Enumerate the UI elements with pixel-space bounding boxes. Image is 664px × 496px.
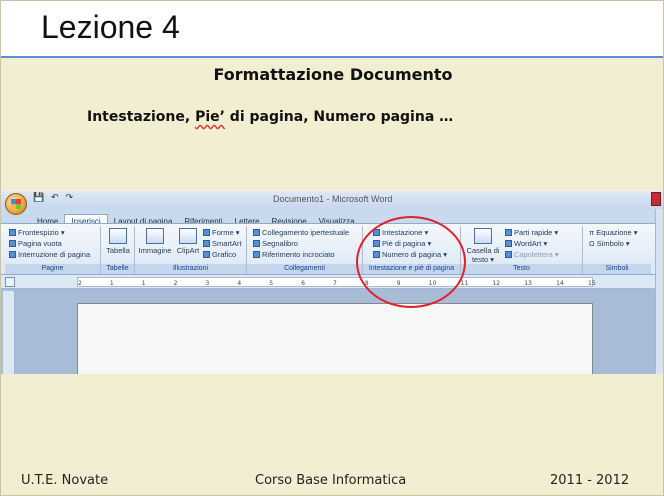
pagina-vuota-button[interactable]: Pagina vuota: [9, 239, 62, 248]
slide-subtitle: Formattazione Documento: [213, 65, 453, 84]
ruler-number: 2: [173, 280, 178, 287]
ruler-bar[interactable]: 2 1 1 2 3 4 5 6 7 8 9 10 11 12 13 14 15: [77, 277, 596, 287]
group-label-tabelle: Tabelle: [101, 264, 134, 274]
bookmark-icon: [253, 240, 260, 247]
group-label-pagine: Pagine: [5, 264, 100, 274]
slide: Lezione 4 Formattazione Documento Intest…: [0, 0, 664, 496]
parti-rapide-button[interactable]: Parti rapide ▾: [505, 228, 558, 237]
close-icon[interactable]: [651, 192, 661, 206]
smartart-button[interactable]: SmartArt: [203, 239, 242, 248]
grafico-button[interactable]: Grafico: [203, 250, 236, 259]
office-logo-icon: [11, 199, 21, 209]
undo-icon[interactable]: ↶: [51, 193, 59, 203]
clipart-icon: [179, 228, 197, 244]
group-illustrazioni: Immagine ClipArt Forme ▾ SmartArt Grafic…: [135, 226, 247, 274]
ruler-number: 1: [109, 280, 114, 287]
save-icon[interactable]: 💾: [33, 193, 44, 203]
table-icon: [109, 228, 127, 244]
forme-button[interactable]: Forme ▾: [203, 228, 240, 237]
shapes-icon: [203, 229, 210, 236]
group-label-simboli: Simboli: [583, 264, 651, 274]
group-pagine: Frontespizio ▾ Pagina vuota Interruzione…: [5, 226, 101, 274]
redo-icon[interactable]: ↷: [66, 193, 74, 203]
quick-parts-icon: [505, 229, 512, 236]
vertical-ruler: [3, 291, 15, 374]
group-label-illustrazioni: Illustrazioni: [135, 264, 246, 274]
word-screenshot: 💾 ↶ ↷ Documento1 - Microsoft Word Home In…: [1, 191, 663, 374]
tabella-button[interactable]: Tabella: [103, 228, 133, 255]
topic-line: Intestazione, Pie’ di pagina, Numero pag…: [87, 109, 453, 125]
title-band: Lezione 4: [1, 1, 663, 58]
group-simboli: π Equazione ▾ Ω Simbolo ▾ Simboli: [583, 226, 651, 274]
horizontal-ruler[interactable]: 2 1 1 2 3 4 5 6 7 8 9 10 11 12 13 14 15: [1, 275, 663, 289]
wordart-button[interactable]: WordArt ▾: [505, 239, 547, 248]
equazione-button[interactable]: π Equazione ▾: [589, 228, 638, 237]
window-title: Documento1 - Microsoft Word: [273, 194, 393, 204]
word-titlebar: 💾 ↶ ↷ Documento1 - Microsoft Word: [1, 191, 663, 209]
group-testo: Casella di testo ▾ Parti rapide ▾ WordAr…: [461, 226, 583, 274]
frontespizio-button[interactable]: Frontespizio ▾: [9, 228, 65, 237]
casella-di-testo-button[interactable]: Casella di testo ▾: [465, 228, 501, 264]
ruler-number: 1: [141, 280, 146, 287]
ruler-number: 2: [78, 280, 82, 287]
page-break-icon: [9, 251, 16, 258]
ribbon-tabs: Home Inserisci Layout di pagina Riferimenti…: [31, 209, 361, 228]
ruler-number: 4: [237, 280, 242, 287]
collegamento-ipertestuale-button[interactable]: Collegamento ipertestuale: [253, 228, 349, 237]
immagine-button[interactable]: Immagine: [137, 228, 173, 255]
drop-cap-icon: [505, 251, 512, 258]
tab-selector-icon[interactable]: [5, 277, 15, 287]
footer-left: U.T.E. Novate: [21, 473, 109, 488]
slide-title: Lezione 4: [41, 9, 180, 45]
simbolo-button[interactable]: Ω Simbolo ▾: [589, 239, 630, 248]
cross-reference-icon: [253, 251, 260, 258]
ruler-number: 14: [556, 280, 564, 287]
wordart-icon: [505, 240, 512, 247]
ruler-number: 13: [524, 280, 532, 287]
ribbon: Frontespizio ▾ Pagina vuota Interruzione…: [1, 223, 663, 275]
clipart-button[interactable]: ClipArt: [173, 228, 203, 255]
group-label-collegamenti: Collegamenti: [247, 264, 362, 274]
ruler-number: 7: [333, 280, 337, 287]
ruler-number: 12: [492, 280, 501, 287]
highlight-circle: [356, 216, 466, 308]
topic-line-b: di pagina, Numero pagina …: [224, 109, 454, 125]
segnalibro-button[interactable]: Segnalibro: [253, 239, 298, 248]
blank-page-icon: [9, 240, 16, 247]
group-tabelle: Tabella Tabelle: [101, 226, 135, 274]
text-box-icon: [474, 228, 492, 244]
group-collegamenti: Collegamento ipertestuale Segnalibro Rif…: [247, 226, 363, 274]
chart-icon: [203, 251, 210, 258]
document-page[interactable]: [77, 303, 593, 374]
footer-center: Corso Base Informatica: [255, 473, 407, 488]
topic-line-a: Intestazione,: [87, 109, 196, 125]
riferimento-incrociato-button[interactable]: Riferimento incrociato: [253, 250, 335, 259]
vertical-scrollbar[interactable]: [655, 209, 663, 374]
cover-page-icon: [9, 229, 16, 236]
quick-access-toolbar: 💾 ↶ ↷: [33, 193, 77, 203]
office-button[interactable]: [5, 193, 27, 215]
picture-icon: [146, 228, 164, 244]
hyperlink-icon: [253, 229, 260, 236]
smartart-icon: [203, 240, 210, 247]
ruler-number: 3: [205, 280, 210, 287]
slide-footer: U.T.E. Novate Corso Base Informatica 201…: [1, 459, 663, 495]
ruler-number: 5: [269, 280, 274, 287]
ruler-number: 15: [588, 280, 596, 287]
document-canvas: [1, 289, 663, 374]
capolettera-button[interactable]: Capolettera ▾: [505, 250, 559, 259]
topic-word-misspelled: Pie’: [195, 109, 225, 125]
footer-right: 2011 - 2012: [550, 473, 630, 488]
interruzione-pagina-button[interactable]: Interruzione di pagina: [9, 250, 90, 259]
group-label-testo: Testo: [461, 264, 582, 274]
ruler-number: 11: [460, 280, 469, 287]
ruler-number: 6: [301, 280, 305, 287]
